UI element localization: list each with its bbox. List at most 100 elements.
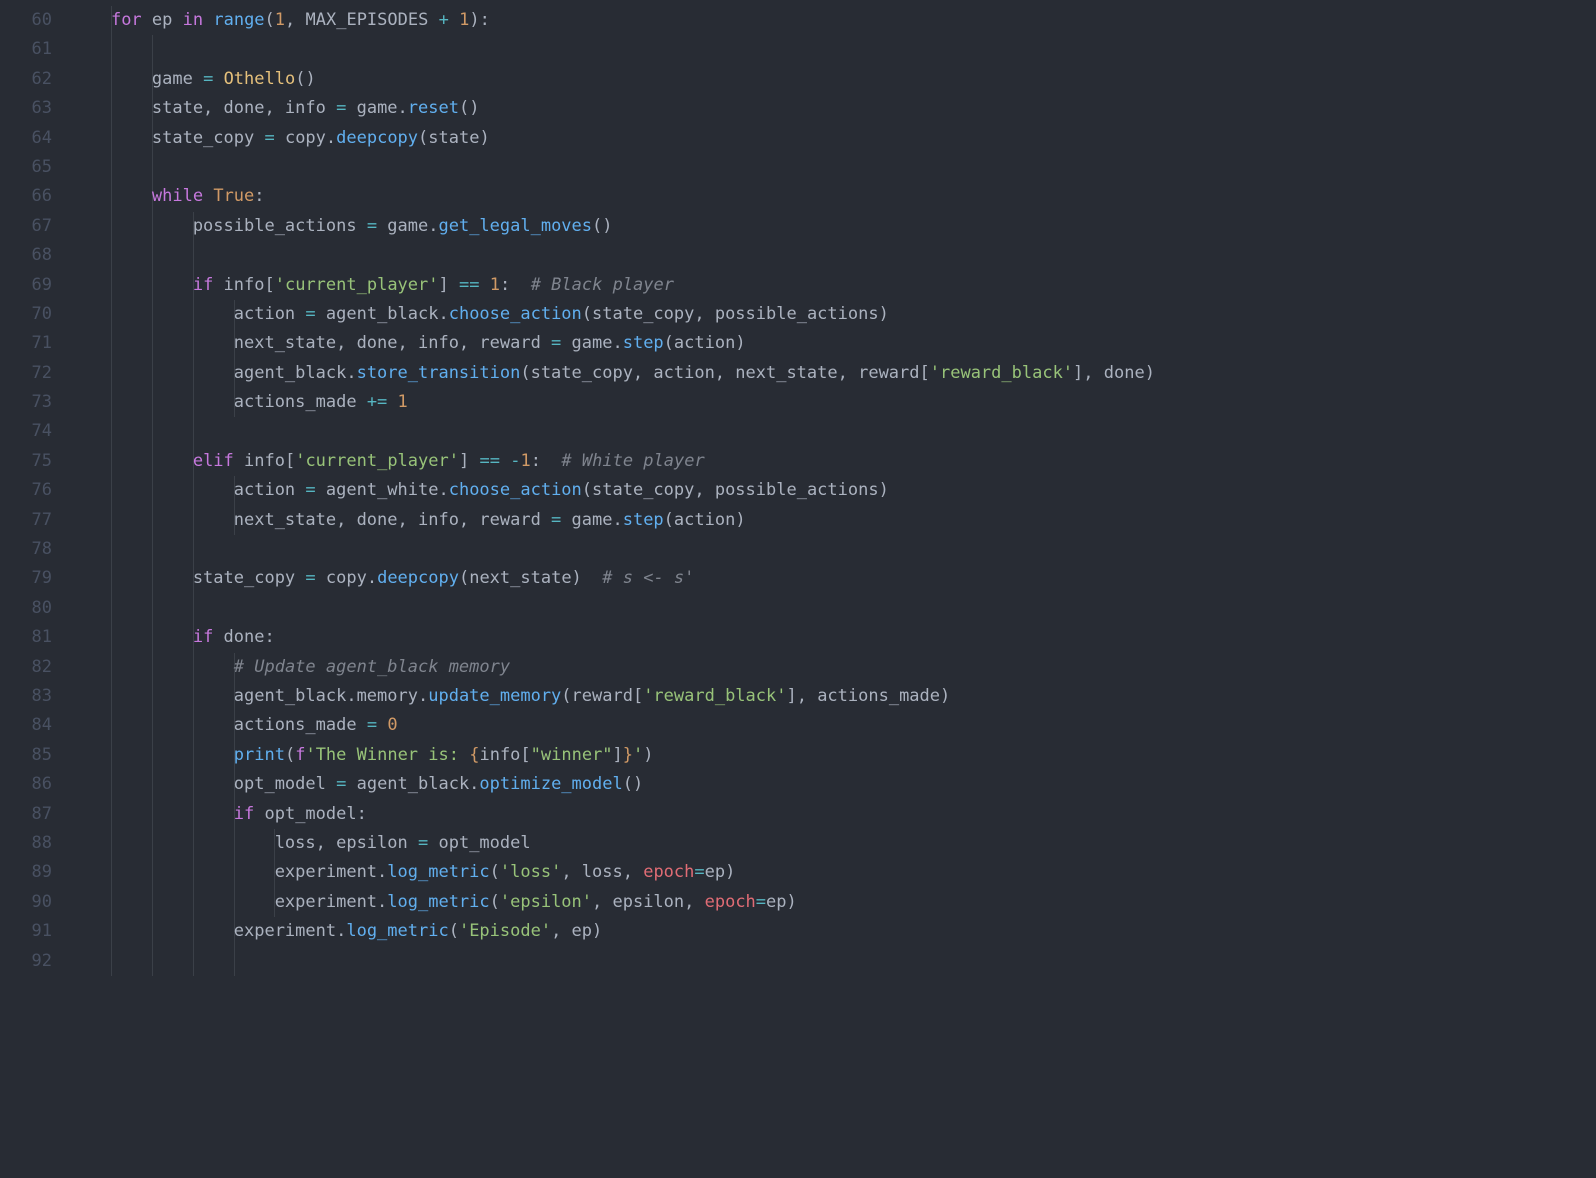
- token-pl: ep: [142, 10, 183, 30]
- code-line[interactable]: action = agent_black.choose_action(state…: [70, 300, 1596, 329]
- token-num: 1: [459, 10, 469, 30]
- line-number: 67: [0, 212, 52, 241]
- token-kw: in: [183, 10, 203, 30]
- code-line-content: next_state, done, info, reward = game.st…: [70, 510, 746, 530]
- token-kw: while: [152, 186, 203, 206]
- code-line[interactable]: actions_made = 0: [70, 711, 1596, 740]
- token-kw: if: [234, 804, 254, 824]
- token-kw: elif: [193, 451, 234, 471]
- code-line[interactable]: [70, 153, 1596, 182]
- indent-guide: [193, 535, 194, 564]
- token-op: ==: [479, 451, 499, 471]
- indent-guide: [111, 417, 112, 446]
- code-line[interactable]: agent_black.memory.update_memory(reward[…: [70, 682, 1596, 711]
- code-line[interactable]: [70, 535, 1596, 564]
- code-line[interactable]: # Update agent_black memory: [70, 653, 1596, 682]
- code-line[interactable]: agent_black.store_transition(state_copy,…: [70, 359, 1596, 388]
- code-line[interactable]: elif info['current_player'] == -1: # Whi…: [70, 447, 1596, 476]
- code-line[interactable]: [70, 241, 1596, 270]
- code-editor[interactable]: 6061626364656667686970717273747576777879…: [0, 0, 1596, 1178]
- token-num: True: [213, 186, 254, 206]
- code-line[interactable]: loss, epsilon = opt_model: [70, 829, 1596, 858]
- indent-guide: [193, 241, 194, 270]
- token-num: 1: [275, 10, 285, 30]
- line-number: 92: [0, 947, 52, 976]
- token-pl: state_copy: [70, 568, 305, 588]
- code-line[interactable]: experiment.log_metric('loss', loss, epoc…: [70, 858, 1596, 887]
- token-pl: (: [449, 921, 459, 941]
- line-number: 71: [0, 329, 52, 358]
- token-pl: ]: [459, 451, 479, 471]
- line-number: 69: [0, 271, 52, 300]
- token-pl: action: [70, 304, 305, 324]
- token-fn: print: [234, 745, 285, 765]
- token-pl: actions_made: [70, 392, 367, 412]
- token-pl: (): [459, 98, 479, 118]
- code-line[interactable]: game = Othello(): [70, 65, 1596, 94]
- token-kw: for: [111, 10, 142, 30]
- token-fs: {: [469, 745, 479, 765]
- line-number: 84: [0, 711, 52, 740]
- code-line-content: experiment.log_metric('loss', loss, epoc…: [70, 862, 735, 882]
- code-line[interactable]: [70, 947, 1596, 976]
- indent-guide: [111, 947, 112, 976]
- token-str: 'current_player': [275, 275, 439, 295]
- code-line[interactable]: opt_model = agent_black.optimize_model(): [70, 770, 1596, 799]
- code-line[interactable]: experiment.log_metric('epsilon', epsilon…: [70, 888, 1596, 917]
- code-line[interactable]: next_state, done, info, reward = game.st…: [70, 329, 1596, 358]
- code-line-content: while True:: [70, 186, 265, 206]
- code-line[interactable]: possible_actions = game.get_legal_moves(…: [70, 212, 1596, 241]
- code-line[interactable]: state, done, info = game.reset(): [70, 94, 1596, 123]
- code-line[interactable]: action = agent_white.choose_action(state…: [70, 476, 1596, 505]
- indent-guide: [152, 535, 153, 564]
- code-line[interactable]: while True:: [70, 182, 1596, 211]
- token-pl: agent_black.: [346, 774, 479, 794]
- code-line[interactable]: state_copy = copy.deepcopy(state): [70, 124, 1596, 153]
- line-number: 85: [0, 741, 52, 770]
- code-line[interactable]: experiment.log_metric('Episode', ep): [70, 917, 1596, 946]
- token-pl: [500, 451, 510, 471]
- code-line[interactable]: next_state, done, info, reward = game.st…: [70, 506, 1596, 535]
- code-line[interactable]: [70, 594, 1596, 623]
- code-line[interactable]: [70, 35, 1596, 64]
- line-number: 91: [0, 917, 52, 946]
- token-pl: (state): [418, 128, 490, 148]
- code-line[interactable]: if done:: [70, 623, 1596, 652]
- code-line[interactable]: if opt_model:: [70, 800, 1596, 829]
- code-line-content: if done:: [70, 627, 275, 647]
- token-num: 1: [398, 392, 408, 412]
- token-pl: agent_black.memory.: [70, 686, 428, 706]
- line-number: 68: [0, 241, 52, 270]
- token-var: epoch: [705, 892, 756, 912]
- line-number: 87: [0, 800, 52, 829]
- code-line[interactable]: print(f'The Winner is: {info["winner"]}'…: [70, 741, 1596, 770]
- token-str: 'The Winner is:: [305, 745, 469, 765]
- token-op: =: [203, 69, 213, 89]
- token-cm: # s <- s': [602, 568, 694, 588]
- token-pl: ep): [705, 862, 736, 882]
- code-line[interactable]: state_copy = copy.deepcopy(next_state) #…: [70, 564, 1596, 593]
- token-pl: :: [531, 451, 562, 471]
- token-str: 'current_player': [295, 451, 459, 471]
- token-fn: step: [623, 510, 664, 530]
- token-pl: (): [592, 216, 612, 236]
- indent-guide: [111, 35, 112, 64]
- token-pl: , MAX_EPISODES: [285, 10, 439, 30]
- line-number: 88: [0, 829, 52, 858]
- code-line[interactable]: [70, 417, 1596, 446]
- token-op: =: [756, 892, 766, 912]
- code-line[interactable]: if info['current_player'] == 1: # Black …: [70, 271, 1596, 300]
- token-fn: reset: [408, 98, 459, 118]
- token-fn: deepcopy: [336, 128, 418, 148]
- token-op: -: [510, 451, 520, 471]
- indent-guide: [152, 153, 153, 182]
- token-pl: [70, 186, 152, 206]
- token-str: 'loss': [500, 862, 561, 882]
- code-area[interactable]: for ep in range(1, MAX_EPISODES + 1): ga…: [70, 6, 1596, 1178]
- code-line-content: possible_actions = game.get_legal_moves(…: [70, 216, 613, 236]
- code-line[interactable]: for ep in range(1, MAX_EPISODES + 1):: [70, 6, 1596, 35]
- line-number: 75: [0, 447, 52, 476]
- token-pl: (): [295, 69, 315, 89]
- code-line[interactable]: actions_made += 1: [70, 388, 1596, 417]
- token-fn: optimize_model: [479, 774, 622, 794]
